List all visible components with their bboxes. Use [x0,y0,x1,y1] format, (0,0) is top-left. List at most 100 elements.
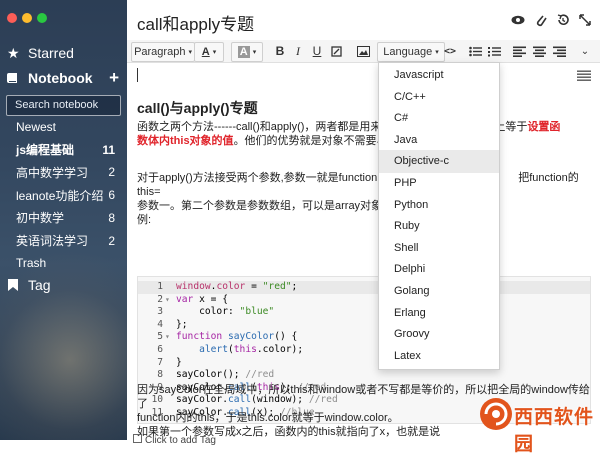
close-window-button[interactable] [7,13,17,23]
code-line: 2 ▾ var x = { [138,294,590,307]
search-notebook-input[interactable]: Search notebook [6,95,121,116]
italic-button[interactable]: I [289,42,307,60]
code-token: function [176,331,223,343]
align-right-button[interactable] [550,42,568,60]
paragraph-dropdown[interactable]: Paragraph ▾ [131,42,195,62]
language-option[interactable]: Delphi [379,258,499,280]
watermark-text: 西西软件园 [514,407,595,455]
sidebar-item[interactable]: 高中数学学习 2 [0,161,127,183]
outline-list-icon[interactable] [577,68,595,82]
sidebar-item[interactable]: leanote功能介绍 6 [0,184,127,206]
code-token: color: [176,306,240,318]
sidebar-item[interactable]: js编程基础 11 [0,139,127,161]
language-option[interactable]: Java [379,129,499,151]
code-token: this [233,344,257,355]
attachment-icon[interactable] [533,12,549,28]
code-token: } [176,356,182,368]
line-number: 6 [157,344,163,355]
sidebar-tag[interactable]: Tag [0,274,127,296]
language-option[interactable]: C/C++ [379,86,499,108]
language-option[interactable]: Golang [379,280,499,302]
note-title-bar: call和apply专题 [127,0,600,41]
language-dropdown[interactable]: Language ▾ [377,42,445,62]
bookmark-icon [8,279,18,291]
preview-eye-icon[interactable] [510,12,526,28]
code-token: "red" [262,281,292,292]
background-color-button[interactable]: A ▾ [231,42,263,62]
font-color-button[interactable]: A ▾ [194,42,224,62]
code-token: sayColor [228,331,275,343]
sidebar-item[interactable]: Newest [0,116,127,138]
language-option[interactable]: Latex [379,345,499,367]
note-editor[interactable]: call()与apply()专题 函数之两个方法------call()和app… [127,63,600,446]
code-text: } [176,357,182,370]
sidebar-item-count: 8 [108,210,115,225]
code-line: 5 ▾ function sayColor() { [138,331,590,344]
language-option[interactable]: PHP [379,172,499,194]
note-title[interactable]: call和apply专题 [137,10,254,35]
paragraph-2-text: 。他们的优势就是对象不需要与 [233,135,388,147]
add-tag-footer[interactable]: Click to add Tag [133,434,216,446]
paragraph-dropdown-label: Paragraph [134,46,186,58]
code-token: .color); [256,344,304,355]
sidebar-item[interactable]: Trash [0,252,127,274]
sidebar-starred[interactable]: ★ Starred [0,42,127,64]
fold-toggle-icon[interactable]: ▾ [165,294,170,307]
paragraph-4-text: 参数一。第二个参数是参数数组，可以是array对象， [137,200,394,212]
site-watermark: 西西软件园 [476,394,600,455]
language-option[interactable]: C# [379,107,499,129]
align-center-button[interactable] [530,42,548,60]
code-line: 6 alert(this.color); [138,344,590,357]
chevron-down-icon: ▾ [188,49,192,56]
code-token: var [176,293,194,305]
paragraph-3-text: 对于apply()方法接受两个参数,参数一就是function的 [137,172,389,184]
align-left-icon [512,46,526,57]
bullet-list-icon [468,46,482,56]
editor-toolbar: Paragraph▾ A▾ A▾ B I U Language▾ <> [127,40,600,63]
code-text: window.color = "red"; [176,281,297,294]
sidebar: ★ Starred Notebook + Search notebook New… [0,0,127,440]
sidebar-item-label: js编程基础 [16,143,75,158]
code-token: ; [291,281,298,292]
code-token: alert [199,344,228,355]
paragraph-1: 函数之两个方法------call()和apply()，两者都是用来在实际上等于… [137,120,592,148]
minimize-window-button[interactable] [22,13,32,23]
sidebar-notebook[interactable]: Notebook + [0,67,127,89]
sidebar-item[interactable]: 初中数学 8 [0,207,127,229]
bold-button[interactable]: B [271,42,289,60]
language-option[interactable]: Erlang [379,302,499,324]
language-option[interactable]: Python [379,194,499,216]
language-option[interactable]: Shell [379,237,499,259]
zoom-window-button[interactable] [37,13,47,23]
code-icon[interactable]: <> [441,42,459,60]
sidebar-item-label: leanote功能介绍 [16,188,104,203]
line-number: 1 [157,281,163,292]
language-option[interactable]: Groovy [379,323,499,345]
sidebar-item[interactable]: 英语词法学习 2 [0,230,127,252]
more-tools-chevron-icon[interactable]: ⌄ [576,42,594,60]
history-icon[interactable] [555,12,571,28]
code-token: }; [176,318,188,330]
line-number: 2 [157,293,163,305]
paragraph-2-highlight: 数体内this对象的值 [137,135,234,147]
fullscreen-icon[interactable] [577,12,593,28]
fold-toggle-icon[interactable]: ▾ [165,331,170,344]
clear-format-button[interactable] [327,42,345,60]
chevron-down-icon: ▾ [252,49,257,56]
bullet-list-button[interactable] [466,42,484,60]
insert-image-button[interactable] [354,42,372,60]
add-notebook-button[interactable]: + [109,68,119,88]
align-left-button[interactable] [510,42,528,60]
code-line: 7} [138,357,590,370]
language-option[interactable]: Ruby [379,215,499,237]
numbered-list-button[interactable] [485,42,503,60]
code-token: () { [274,331,298,343]
language-option[interactable]: Javascript [379,64,499,86]
code-text: sayColor(); //red [176,369,274,382]
underline-button[interactable]: U [308,42,326,60]
language-option[interactable]: Objective-c [379,150,499,173]
line-number: 7 [157,356,163,368]
numbered-list-icon [487,46,501,56]
line-number: 3 [157,306,163,318]
